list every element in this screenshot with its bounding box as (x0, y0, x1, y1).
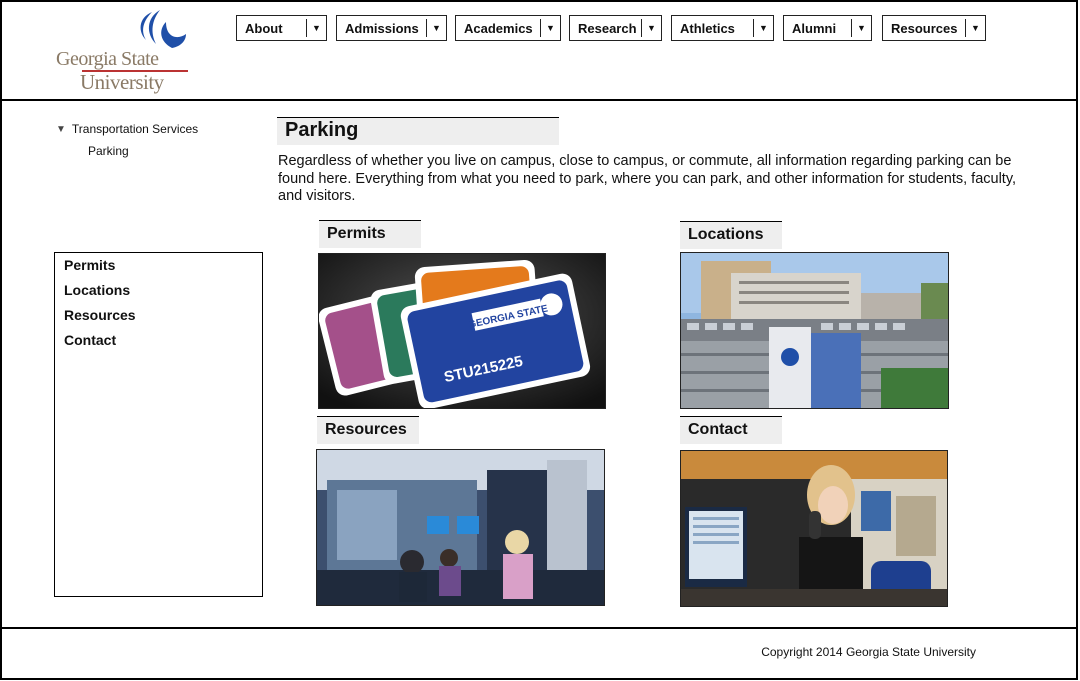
dropdown-arrow-icon[interactable]: ▼ (426, 19, 446, 37)
contact-image[interactable] (680, 450, 948, 607)
card-title-contact[interactable]: Contact (680, 416, 782, 444)
nav-label: Admissions (345, 20, 419, 36)
side-menu-item-contact[interactable]: Contact (64, 332, 253, 357)
nav-about[interactable]: About ▼ (236, 15, 327, 41)
dropdown-arrow-icon[interactable]: ▼ (641, 19, 661, 37)
card-title-resources[interactable]: Resources (317, 416, 419, 444)
tree-root-label: Transportation Services (71, 122, 199, 136)
nav-athletics[interactable]: Athletics ▼ (671, 15, 774, 41)
logo-text-line2: University (80, 70, 164, 94)
nav-alumni[interactable]: Alumni ▼ (783, 15, 872, 41)
intro-paragraph: Regardless of whether you live on campus… (278, 153, 1017, 204)
side-menu-item-permits[interactable]: Permits (64, 257, 253, 282)
copyright-text: Copyright 2014 Georgia State University (761, 645, 976, 659)
dropdown-arrow-icon[interactable]: ▼ (965, 19, 985, 37)
dropdown-arrow-icon[interactable]: ▼ (851, 19, 871, 37)
gsu-logo[interactable]: Georgia State University (54, 8, 194, 98)
dropdown-arrow-icon[interactable]: ▼ (753, 19, 773, 37)
page-title: Parking (277, 117, 559, 145)
nav-label: Alumni (792, 20, 837, 36)
site-header: Georgia State University About ▼ Admissi… (2, 2, 1076, 101)
nav-label: Athletics (680, 20, 735, 36)
phone-agent-illustration (681, 451, 947, 606)
resources-image[interactable] (316, 449, 605, 606)
nav-label: About (245, 20, 283, 36)
side-menu-item-locations[interactable]: Locations (64, 282, 253, 307)
logo-text-line1: Georgia State (56, 48, 159, 70)
tree-item-transportation[interactable]: ▼ Transportation Services (56, 122, 198, 136)
nav-label: Resources (891, 20, 958, 36)
card-title-locations[interactable]: Locations (680, 221, 782, 249)
parking-deck-illustration (681, 253, 948, 408)
nav-academics[interactable]: Academics ▼ (455, 15, 561, 41)
dropdown-arrow-icon[interactable]: ▼ (306, 19, 326, 37)
side-menu: Permits Locations Resources Contact (54, 252, 263, 597)
nav-research[interactable]: Research ▼ (569, 15, 662, 41)
site-footer: Copyright 2014 Georgia State University (2, 627, 1076, 678)
dropdown-arrow-icon[interactable]: ▼ (540, 19, 560, 37)
expand-triangle-icon[interactable]: ▼ (56, 124, 66, 135)
nav-label: Research (578, 20, 637, 36)
side-menu-item-resources[interactable]: Resources (64, 307, 253, 332)
parking-permits-illustration: GEORGIA STATE STU215225 (319, 254, 605, 408)
locations-image[interactable] (680, 252, 949, 409)
tree-item-parking[interactable]: Parking (88, 144, 198, 158)
nav-admissions[interactable]: Admissions ▼ (336, 15, 447, 41)
nav-label: Academics (464, 20, 533, 36)
permits-image[interactable]: GEORGIA STATE STU215225 (318, 253, 606, 409)
card-title-permits[interactable]: Permits (319, 220, 421, 248)
service-desk-illustration (317, 450, 604, 605)
nav-resources[interactable]: Resources ▼ (882, 15, 986, 41)
breadcrumb-tree: ▼ Transportation Services Parking (56, 122, 198, 158)
